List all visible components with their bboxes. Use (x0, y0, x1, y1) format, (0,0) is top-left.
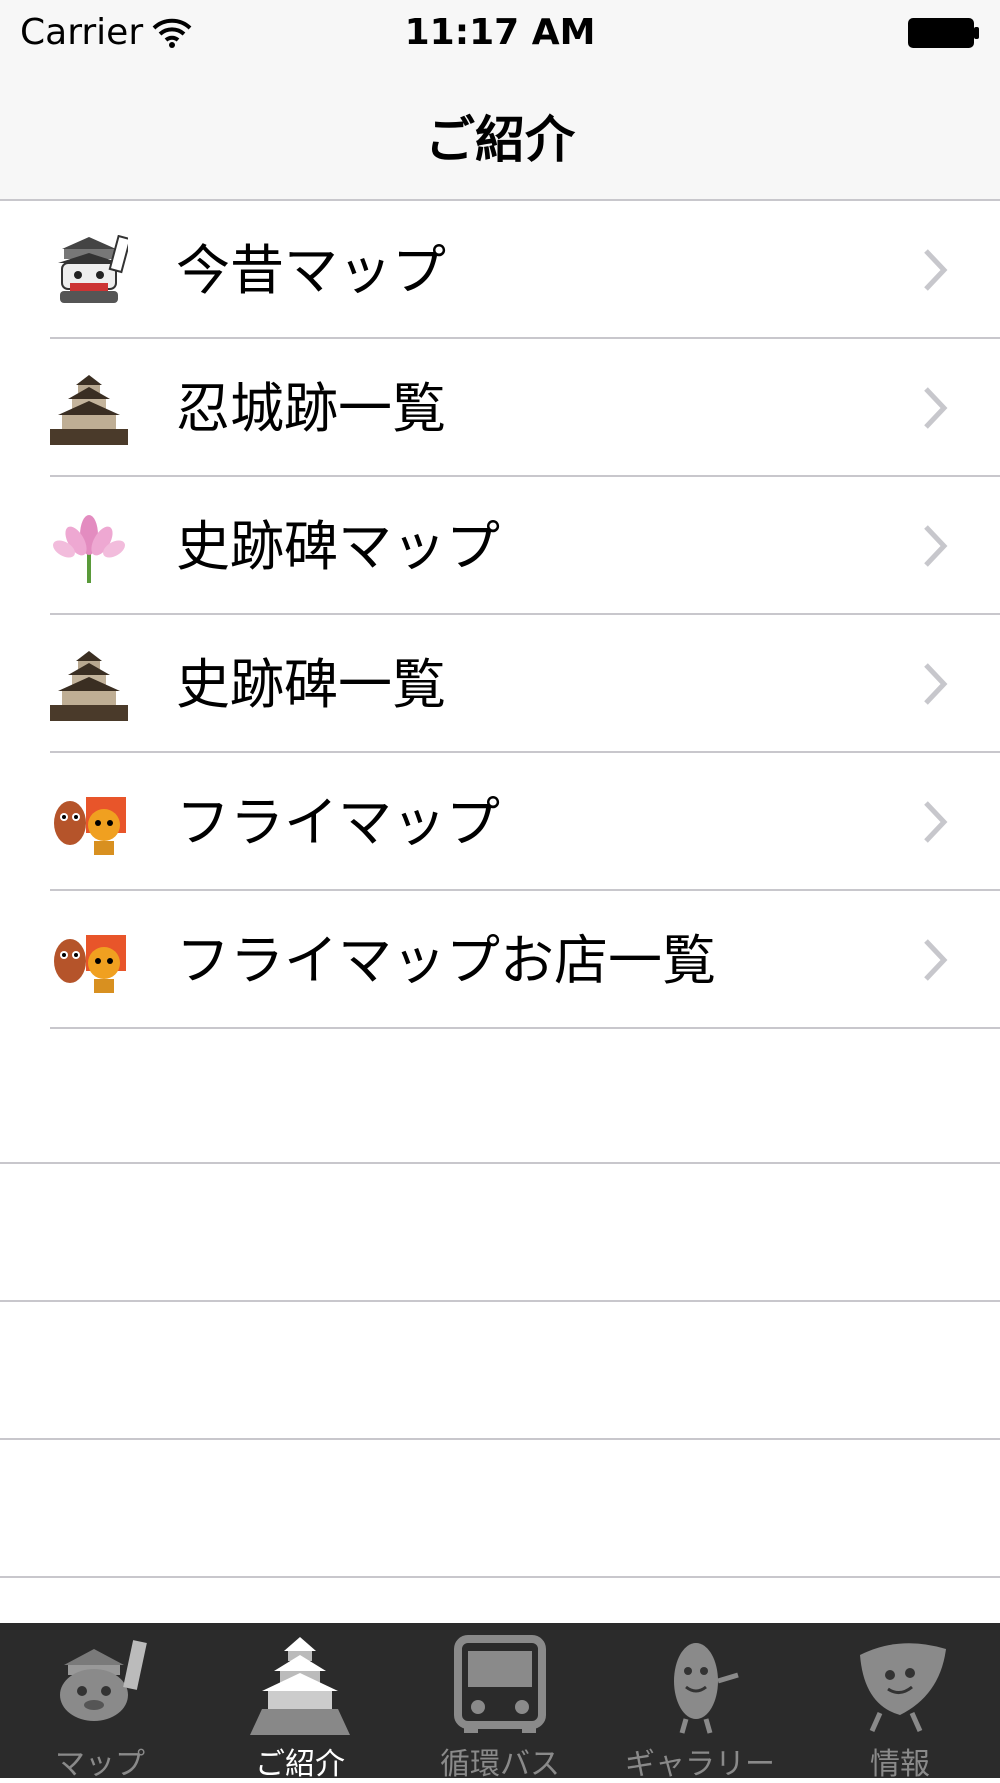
list-item-label: 今昔マップ (176, 239, 446, 302)
list-item-label: フライマップ (176, 791, 500, 854)
empty-row-separator (0, 1438, 1000, 1440)
tab-label: 情報 (870, 1747, 930, 1782)
chevron-right-icon (924, 801, 948, 843)
list-item-label: 忍城跡一覧 (176, 377, 446, 440)
tab-label: マップ (55, 1747, 145, 1782)
menu-list: 今昔マップ 忍城跡一覧 史跡碑マップ 史跡碑一覧 フライマップ フライマップお店… (0, 201, 1000, 1029)
list-item-fry-map[interactable]: フライマップ (0, 753, 1000, 891)
navigation-bar: ご紹介 (0, 68, 1000, 201)
tab-gallery[interactable]: ギャラリー (600, 1623, 800, 1782)
list-item-monument-list[interactable]: 史跡碑一覧 (0, 615, 1000, 753)
list-item-fry-shop-list[interactable]: フライマップお店一覧 (0, 891, 1000, 1029)
castle-tab-icon (250, 1637, 350, 1735)
chevron-right-icon (924, 249, 948, 291)
row-separator (50, 1027, 1000, 1029)
chevron-right-icon (924, 387, 948, 429)
empty-row-separator (0, 1300, 1000, 1302)
leaf-mascot-icon (860, 1643, 946, 1733)
tab-introduction[interactable]: ご紹介 (200, 1623, 400, 1782)
castle-icon (50, 375, 128, 445)
fry-mascots-icon (54, 797, 126, 855)
list-item-label: 史跡碑マップ (176, 515, 500, 578)
battery-icon (908, 18, 979, 48)
tab-information[interactable]: 情報 (800, 1623, 1000, 1782)
clock: 11:17 AM (404, 12, 596, 53)
status-bar: Carrier 11:17 AM (0, 0, 1000, 68)
empty-row-separator (0, 1162, 1000, 1164)
chevron-right-icon (924, 663, 948, 705)
tab-label: 循環バス (440, 1747, 560, 1782)
tab-label: ギャラリー (625, 1747, 775, 1782)
list-item-label: 史跡碑一覧 (176, 653, 446, 716)
mascot-map-icon (60, 1640, 147, 1721)
tab-map[interactable]: マップ (0, 1623, 200, 1782)
tab-loop-bus[interactable]: 循環バス (400, 1623, 600, 1782)
castle-icon (50, 651, 128, 721)
tab-label: ご紹介 (255, 1747, 345, 1782)
empty-row-separator (0, 1576, 1000, 1578)
list-item-oshi-castle-list[interactable]: 忍城跡一覧 (0, 339, 1000, 477)
fry-mascots-icon (54, 935, 126, 993)
list-item-monument-map[interactable]: 史跡碑マップ (0, 477, 1000, 615)
chevron-right-icon (924, 939, 948, 981)
bean-mascot-icon (674, 1643, 739, 1734)
list-item-konjaku-map[interactable]: 今昔マップ (0, 201, 1000, 339)
mascot-castle-icon (58, 235, 128, 303)
bus-icon (454, 1635, 546, 1733)
page-title: ご紹介 (425, 111, 575, 169)
tab-bar: マップ ご紹介 循環バス ギャラリー 情報 (0, 1623, 1000, 1782)
list-item-label: フライマップお店一覧 (176, 929, 716, 992)
lotus-icon (53, 515, 125, 583)
chevron-right-icon (924, 525, 948, 567)
